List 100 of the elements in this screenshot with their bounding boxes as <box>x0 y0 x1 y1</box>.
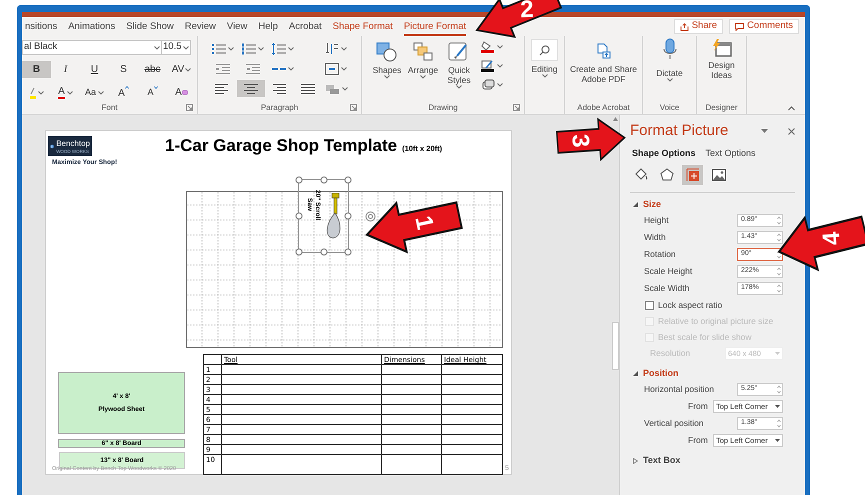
decrease-indent-icon[interactable] <box>216 62 230 74</box>
caret-icon[interactable] <box>341 46 347 50</box>
caret-icon[interactable] <box>542 74 548 78</box>
dialog-launcher-icon[interactable] <box>513 104 520 111</box>
button-label: Shapes <box>372 65 402 75</box>
collapse-ribbon-icon[interactable] <box>788 106 795 111</box>
caret-icon[interactable] <box>497 83 503 87</box>
button-label: Dictate <box>656 68 683 78</box>
quick-styles-button[interactable]: Quick Styles <box>442 40 476 101</box>
align-text-icon[interactable] <box>325 62 339 74</box>
caret-icon[interactable] <box>288 66 294 70</box>
caret-icon[interactable] <box>185 68 192 72</box>
size-position-icon[interactable] <box>686 168 700 182</box>
shadow-button[interactable]: S <box>109 61 138 78</box>
size-tab[interactable] <box>682 165 703 185</box>
pane-tab[interactable]: Shape Options <box>632 147 696 161</box>
justify-icon[interactable] <box>301 82 316 94</box>
caret-icon[interactable] <box>66 90 73 94</box>
comments-button[interactable]: Comments <box>729 19 799 34</box>
dialog-launcher-icon[interactable] <box>186 104 193 111</box>
caret-icon[interactable] <box>456 85 462 89</box>
font-size-field[interactable]: 10.5 <box>162 40 191 55</box>
dialog-launcher-icon[interactable] <box>350 104 357 111</box>
design-ideas-button[interactable]: Design Ideas <box>697 39 746 101</box>
resize-handle[interactable] <box>296 176 302 184</box>
ribbon-tab[interactable]: View <box>226 17 248 36</box>
caret-icon[interactable] <box>288 46 294 50</box>
shapes-button[interactable]: Shapes <box>370 40 404 101</box>
shrink-font-button[interactable]: A <box>138 84 167 101</box>
shape-effects-icon[interactable] <box>481 79 495 91</box>
grow-font-button[interactable]: A <box>109 84 138 101</box>
ribbon-tab[interactable]: Help <box>258 17 278 36</box>
ribbon-tab[interactable]: Acrobat <box>288 17 322 36</box>
caret-icon[interactable] <box>154 46 160 50</box>
numbered-list-icon[interactable] <box>242 42 256 54</box>
shape-fill-icon[interactable] <box>481 41 495 53</box>
line-spacing-icon[interactable] <box>272 42 286 54</box>
font-name-field[interactable]: al Black <box>22 40 162 55</box>
section-header[interactable]: Text Box <box>643 454 680 468</box>
center-button[interactable] <box>236 80 266 97</box>
section-header[interactable]: Size <box>643 198 662 212</box>
pane-tab[interactable]: Text Options <box>706 147 756 161</box>
expanded-triangle-icon[interactable] <box>633 371 638 376</box>
close-icon[interactable] <box>788 128 795 134</box>
design-ideas-icon <box>712 39 732 57</box>
caret-icon[interactable] <box>258 46 264 50</box>
text-direction-icon[interactable] <box>325 42 339 54</box>
increase-indent-icon[interactable] <box>246 62 260 74</box>
scroll-up-icon[interactable] <box>613 117 618 121</box>
resize-handle[interactable] <box>320 176 327 184</box>
clear-formatting-button[interactable]: A <box>167 84 196 101</box>
editing-button[interactable]: Editing <box>531 39 558 101</box>
caret-icon[interactable] <box>666 78 672 82</box>
caret-icon[interactable] <box>775 405 780 408</box>
caret-icon[interactable] <box>420 75 426 79</box>
resize-handle[interactable] <box>344 176 352 184</box>
share-button[interactable]: Share <box>674 19 724 34</box>
highlighter-icon[interactable] <box>30 86 36 98</box>
underline-button[interactable]: U <box>80 61 109 78</box>
change-case-button[interactable]: Aa <box>80 84 109 101</box>
create-pdf-button[interactable]: Create and Share Adobe PDF <box>565 43 642 101</box>
arrange-button[interactable]: Arrange <box>406 40 440 101</box>
caret-icon[interactable] <box>183 46 189 50</box>
align-left-icon[interactable] <box>215 82 230 94</box>
fill-bucket-icon[interactable] <box>634 168 648 182</box>
bold-button[interactable]: B <box>22 61 51 78</box>
checkbox[interactable] <box>645 300 654 310</box>
spacing-button[interactable]: AV <box>167 61 196 78</box>
strike-button[interactable]: abc <box>138 61 167 78</box>
align-center-icon[interactable] <box>244 82 258 94</box>
align-right-icon[interactable] <box>272 82 286 94</box>
section-header[interactable]: Position <box>643 366 678 380</box>
ribbon-tab[interactable]: nsitions <box>25 17 58 36</box>
caret-icon[interactable] <box>228 46 234 50</box>
group-label: Font <box>101 104 118 112</box>
picture-icon[interactable] <box>712 168 726 182</box>
ribbon-tab[interactable]: Slide Show <box>126 17 174 36</box>
bullet-list-icon[interactable] <box>212 42 226 54</box>
ribbon-tab[interactable]: Animations <box>68 17 116 36</box>
field-label: Scale Height <box>644 265 692 278</box>
dictate-button[interactable]: Dictate <box>656 38 683 101</box>
caret-icon[interactable] <box>497 64 503 68</box>
pentagon-icon[interactable] <box>660 168 674 182</box>
caret-icon[interactable] <box>384 75 390 79</box>
caret-icon[interactable] <box>497 45 503 49</box>
ribbon-tab[interactable]: Shape Format <box>332 17 393 36</box>
caret-icon[interactable] <box>38 90 44 94</box>
shape-outline-icon[interactable] <box>481 60 495 72</box>
caret-icon[interactable] <box>341 66 347 70</box>
ribbon-tab[interactable]: Review <box>184 17 216 36</box>
expanded-triangle-icon[interactable] <box>633 202 638 207</box>
italic-button[interactable]: I <box>51 61 80 78</box>
font-color-button[interactable]: A <box>51 84 80 101</box>
smartart-icon[interactable] <box>326 82 340 94</box>
scrollbar[interactable] <box>612 322 619 370</box>
caret-icon[interactable] <box>342 86 348 90</box>
caret-icon[interactable] <box>761 128 768 134</box>
caret-icon[interactable] <box>775 439 780 442</box>
caret-icon[interactable] <box>98 90 104 94</box>
collapsed-triangle-icon[interactable] <box>633 458 638 464</box>
